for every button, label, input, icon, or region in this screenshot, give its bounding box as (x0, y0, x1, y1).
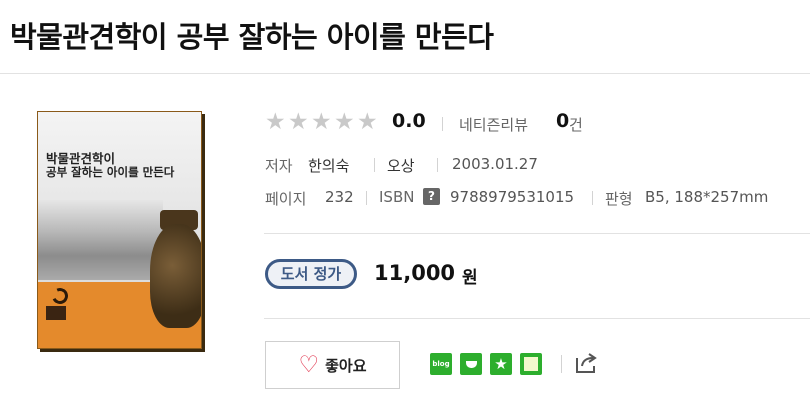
star-icon: ★ (334, 109, 355, 135)
memo-share-icon[interactable] (520, 353, 542, 375)
like-label: 좋아요 (325, 356, 367, 375)
page-title: 박물관견학이 공부 잘하는 아이를 만든다 (10, 20, 494, 54)
pages-value: 232 (325, 188, 354, 206)
review-count[interactable]: 0 (556, 110, 569, 132)
publisher-name[interactable]: 오상 (387, 155, 415, 176)
isbn-label: ISBN (379, 188, 415, 206)
isbn-help-icon[interactable]: ? (423, 188, 440, 205)
cover-pot (150, 224, 201, 328)
format-value: B5, 188*257mm (645, 188, 769, 206)
divider (264, 233, 810, 234)
star-icon: ★ (265, 109, 286, 135)
publish-date: 2003.01.27 (452, 155, 538, 173)
blog-share-icon[interactable]: blog (430, 353, 452, 375)
star-icon: ★ (288, 109, 309, 135)
cover-title-line2: 공부 잘하는 아이를 만든다 (46, 165, 175, 179)
separator (366, 191, 367, 205)
heart-icon: ♡ (298, 351, 320, 378)
cafe-share-icon[interactable] (460, 353, 482, 375)
bookmark-star-icon[interactable]: ★ (490, 353, 512, 375)
separator (442, 117, 443, 131)
star-icon: ★ (357, 109, 378, 135)
pages-label: 페이지 (265, 190, 307, 208)
format-label: 판형 (605, 190, 633, 208)
like-button[interactable]: ♡ 좋아요 (265, 341, 400, 389)
divider (264, 318, 810, 319)
share-buttons: blog ★ (430, 353, 542, 375)
cover-phonograph-base (46, 306, 66, 320)
isbn-value: 9788979531015 (450, 188, 575, 206)
share-icon[interactable] (574, 350, 600, 376)
separator (592, 191, 593, 205)
separator (561, 355, 562, 373)
star-icon: ★ (311, 109, 332, 135)
review-unit: 건 (569, 116, 583, 134)
price-unit: 원 (462, 268, 478, 288)
separator (437, 158, 438, 172)
author-label: 저자 (265, 157, 293, 175)
author-name[interactable]: 한의숙 (308, 155, 349, 176)
divider (0, 73, 810, 74)
star-rating: ★ ★ ★ ★ ★ (265, 109, 380, 135)
cover-photo (38, 200, 163, 280)
separator (374, 158, 375, 172)
price-amount: 11,000 (374, 261, 456, 285)
book-cover-image[interactable]: 박물관견학이 공부 잘하는 아이를 만든다 (37, 111, 202, 349)
rating-score: 0.0 (392, 110, 426, 132)
list-price-badge: 도서 정가 (265, 259, 357, 289)
review-label[interactable]: 네티즌리뷰 (459, 114, 528, 135)
